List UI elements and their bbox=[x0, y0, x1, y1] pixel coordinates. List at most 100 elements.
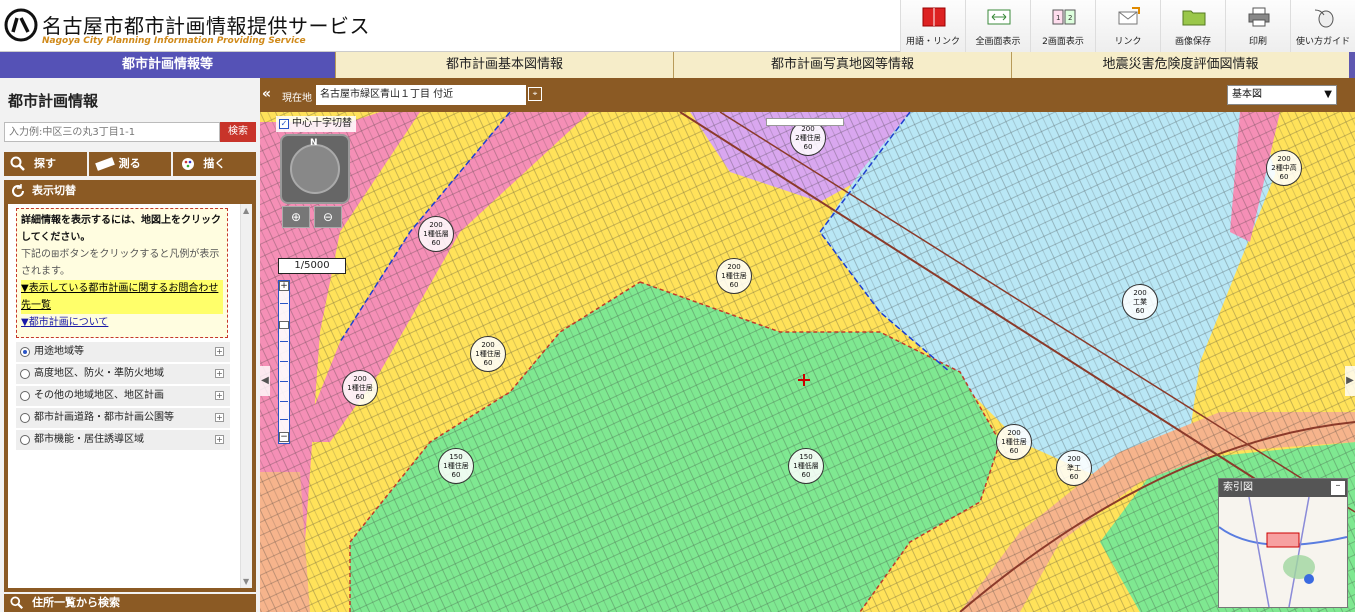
zoom-tick[interactable] bbox=[280, 303, 288, 304]
panel-scrollbar[interactable]: ▲ ▼ bbox=[240, 204, 252, 588]
toolbar-label: 印刷 bbox=[1248, 37, 1267, 47]
zoom-out-icon[interactable]: ⊖ bbox=[314, 206, 342, 228]
zoning-map[interactable] bbox=[260, 112, 1355, 612]
pan-right-icon[interactable]: ▶ bbox=[1345, 366, 1355, 396]
zoom-slider-handle[interactable] bbox=[279, 321, 289, 329]
zoom-in-icon[interactable]: ⊕ bbox=[282, 206, 310, 228]
zone-label[interactable]: 150 1種住居 60 bbox=[438, 448, 474, 484]
zone-label[interactable]: 200 2種中高 60 bbox=[1266, 150, 1302, 186]
toolbar-label: 使い方ガイド bbox=[1295, 37, 1350, 47]
scroll-up-icon[interactable]: ▲ bbox=[243, 206, 249, 215]
locate-icon[interactable]: ⌖ bbox=[528, 87, 542, 101]
pan-control[interactable]: N bbox=[280, 134, 350, 204]
zoom-tick[interactable] bbox=[280, 361, 288, 362]
tab-aerial-photo-info[interactable]: 都市計画写真地図等情報 bbox=[673, 52, 1011, 78]
zoom-slider[interactable]: + − bbox=[278, 280, 290, 444]
zone-label[interactable]: 200 工業 60 bbox=[1122, 284, 1158, 320]
link-mail-icon bbox=[1118, 7, 1140, 25]
radio-button[interactable] bbox=[20, 369, 30, 379]
expand-legend-icon[interactable]: + bbox=[215, 435, 224, 444]
ruler-icon bbox=[94, 157, 115, 171]
tab-city-planning-info[interactable]: 都市計画情報等 bbox=[0, 52, 335, 78]
index-map-title: 索引図 bbox=[1223, 482, 1253, 493]
zone-label[interactable]: 200 1種低層 60 bbox=[418, 216, 454, 252]
index-map[interactable]: 索引図 – bbox=[1218, 478, 1348, 608]
radio-button[interactable] bbox=[20, 347, 30, 357]
expand-legend-icon[interactable]: + bbox=[215, 369, 224, 378]
radio-button[interactable] bbox=[20, 435, 30, 445]
collapse-panel-icon[interactable]: « bbox=[262, 86, 271, 102]
layer-roads-parks[interactable]: 都市計画道路・都市計画公園等 + bbox=[16, 408, 230, 428]
split-screen-icon: 12 bbox=[1052, 9, 1076, 25]
crosshair-label: 中心十字切替 bbox=[292, 118, 352, 129]
layer-urban-function-zones[interactable]: 都市機能・居住誘導区域 + bbox=[16, 430, 230, 450]
contact-list-link[interactable]: ▼表示している都市計画に関するお問合わせ先一覧 bbox=[21, 280, 223, 314]
address-search-input[interactable] bbox=[4, 122, 220, 142]
radio-button[interactable] bbox=[20, 413, 30, 423]
index-map-header: 索引図 – bbox=[1219, 479, 1347, 497]
location-label: 現在地 bbox=[282, 93, 312, 104]
print-button[interactable]: 印刷 bbox=[1225, 0, 1290, 52]
zoom-plus-icon[interactable]: + bbox=[279, 281, 289, 291]
zone-label[interactable]: 150 1種低層 60 bbox=[788, 448, 824, 484]
minimize-icon[interactable]: – bbox=[1331, 481, 1345, 495]
tab-draw-label: 描く bbox=[203, 157, 226, 170]
current-view-marker bbox=[1266, 532, 1300, 548]
base-map-value: 基本図 bbox=[1232, 89, 1262, 100]
toolbar-label: 用語・リンク bbox=[905, 37, 960, 47]
toolbar-label: 2画面表示 bbox=[1042, 37, 1084, 47]
tab-search[interactable]: 探す bbox=[4, 152, 87, 176]
zoom-tick[interactable] bbox=[280, 419, 288, 420]
pan-left-icon[interactable]: ◀ bbox=[260, 366, 270, 396]
svg-text:2: 2 bbox=[1068, 14, 1072, 22]
layer-label: 都市計画道路・都市計画公園等 bbox=[34, 412, 174, 423]
base-map-select[interactable]: 基本図 ▼ bbox=[1227, 85, 1337, 105]
radio-button[interactable] bbox=[20, 391, 30, 401]
zone-label[interactable]: 200 1種住居 60 bbox=[470, 336, 506, 372]
address-list-search-bar[interactable]: 住所一覧から検索 bbox=[4, 594, 256, 612]
zone-label[interactable]: 200 準工 60 bbox=[1056, 450, 1092, 486]
tab-measure-label: 測る bbox=[118, 157, 141, 170]
save-image-button[interactable]: 画像保存 bbox=[1160, 0, 1225, 52]
zone-label[interactable]: 200 1種住居 60 bbox=[716, 258, 752, 294]
tab-base-map-info[interactable]: 都市計画基本図情報 bbox=[335, 52, 673, 78]
zone-label[interactable]: 200 1種住居 60 bbox=[996, 424, 1032, 460]
toolbar-label: リンク bbox=[1114, 37, 1142, 47]
zoom-minus-icon[interactable]: − bbox=[279, 432, 289, 442]
fullscreen-icon bbox=[987, 9, 1011, 25]
checkbox[interactable]: ✓ bbox=[279, 119, 289, 129]
guide-button[interactable]: 使い方ガイド bbox=[1290, 0, 1355, 52]
panel-header[interactable]: 表示切替 bbox=[4, 180, 256, 202]
tab-draw[interactable]: 描く bbox=[173, 152, 257, 176]
tab-measure[interactable]: 測る bbox=[88, 152, 172, 176]
crosshair-toggle[interactable]: ✓ 中心十字切替 bbox=[276, 116, 356, 132]
search-button[interactable]: 検索 bbox=[220, 122, 256, 142]
layer-use-districts[interactable]: 用途地域等 + bbox=[16, 342, 230, 362]
about-city-planning-link[interactable]: ▼都市計画について bbox=[21, 314, 223, 331]
logo[interactable]: 名古屋市都市計画情報提供サービス Nagoya City Planning In… bbox=[4, 8, 370, 48]
zoom-tick[interactable] bbox=[280, 401, 288, 402]
zoom-tick[interactable] bbox=[280, 341, 288, 342]
scale-ruler bbox=[766, 118, 844, 126]
nagoya-city-emblem-icon bbox=[4, 8, 38, 42]
zoom-tick[interactable] bbox=[280, 381, 288, 382]
layer-height-fire-districts[interactable]: 高度地区、防火・準防火地域 + bbox=[16, 364, 230, 384]
expand-legend-icon[interactable]: + bbox=[215, 391, 224, 400]
refresh-icon bbox=[12, 184, 24, 197]
split-screen-button[interactable]: 12 2画面表示 bbox=[1030, 0, 1095, 52]
location-value: 名古屋市緑区青山１丁目 付近 bbox=[316, 85, 526, 105]
tab-earthquake-risk-info[interactable]: 地震災害危険度評価図情報 bbox=[1011, 52, 1349, 78]
layer-other-districts[interactable]: その他の地域地区、地区計画 + bbox=[16, 386, 230, 406]
zone-label[interactable]: 200 1種住居 60 bbox=[342, 370, 378, 406]
terms-links-button[interactable]: 用語・リンク bbox=[900, 0, 965, 52]
index-map-view[interactable] bbox=[1219, 497, 1347, 607]
chevron-down-icon: ▼ bbox=[1324, 89, 1332, 100]
fullscreen-button[interactable]: 全画面表示 bbox=[965, 0, 1030, 52]
expand-legend-icon[interactable]: + bbox=[215, 413, 224, 422]
layer-label: 高度地区、防火・準防火地域 bbox=[34, 368, 164, 379]
expand-legend-icon[interactable]: + bbox=[215, 347, 224, 356]
link-button[interactable]: リンク bbox=[1095, 0, 1160, 52]
compass-ring[interactable] bbox=[290, 144, 340, 194]
scroll-down-icon[interactable]: ▼ bbox=[243, 577, 249, 586]
map-canvas[interactable]: 200 1種低層 60 200 1種住居 60 200 2種住居 60 200 1種住居 60 … bbox=[260, 112, 1355, 612]
